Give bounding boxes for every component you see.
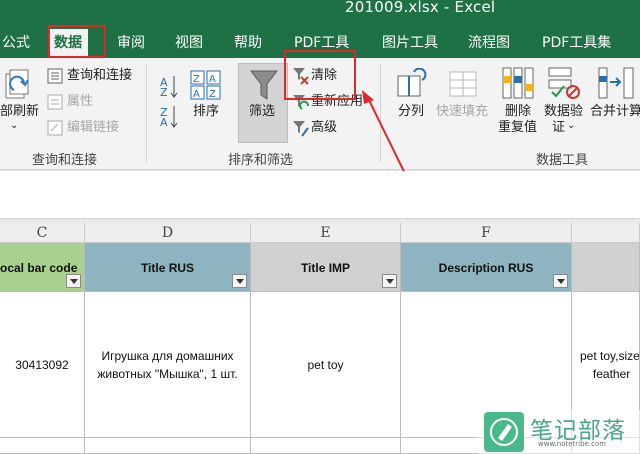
cell-empty[interactable]: [85, 438, 251, 454]
reapply-filter-icon: [293, 95, 309, 110]
tab-review[interactable]: 审阅: [115, 31, 147, 55]
svg-text:A: A: [160, 116, 168, 128]
header-text: Title IMP: [300, 261, 351, 275]
filter-funnel-icon: [249, 70, 279, 100]
window-title: 201009.xlsx - Excel: [345, 0, 496, 16]
column-header-c[interactable]: C: [0, 223, 85, 243]
cell-e-data[interactable]: pet toy: [251, 292, 401, 438]
svg-text:Z: Z: [160, 86, 168, 99]
tab-image-tools[interactable]: 图片工具: [380, 31, 440, 55]
filter-dropdown-button[interactable]: [232, 274, 247, 288]
queries-connections-button[interactable]: 查询和连接: [67, 68, 132, 84]
group-label-sort-filter: 排序和筛选: [228, 153, 294, 168]
svg-text:A: A: [209, 74, 216, 85]
ribbon-tabs: 公式 数据 审阅 视图 帮助 PDF工具 图片工具 流程图 PDF工具集: [0, 26, 640, 58]
tab-pdf-tools[interactable]: PDF工具: [292, 31, 351, 55]
formula-bar-area: [0, 171, 640, 219]
tab-formulas[interactable]: 公式: [0, 31, 32, 55]
filter-dropdown-button[interactable]: [66, 274, 81, 288]
refresh-all-icon[interactable]: [2, 68, 32, 104]
data-validation-button[interactable]: 数据验: [544, 104, 583, 120]
consolidate-button[interactable]: 合并计算: [590, 104, 640, 120]
tab-help[interactable]: 帮助: [232, 31, 264, 55]
properties-icon: [47, 94, 63, 110]
cell-empty[interactable]: [0, 438, 85, 454]
group-label-data-tools: 数据工具: [536, 153, 589, 168]
remove-duplicates-label-2: 重复值: [498, 120, 538, 135]
column-header-f[interactable]: F: [401, 223, 572, 243]
sort-az-icon[interactable]: A Z Z A: [158, 72, 180, 128]
tab-flowchart[interactable]: 流程图: [466, 31, 512, 55]
cell-empty[interactable]: [251, 438, 401, 454]
title-bar: 201009.xlsx - Excel: [0, 0, 640, 26]
cell-d-data[interactable]: Игрушка для домашних животных "Мышка", 1…: [85, 292, 251, 438]
svg-text:A: A: [193, 89, 200, 100]
tab-data[interactable]: 数据: [48, 29, 88, 58]
header-text: Title RUS: [140, 261, 195, 275]
remove-duplicates-button[interactable]: 删除: [505, 104, 531, 120]
group-label-queries: 查询和连接: [32, 153, 98, 168]
clear-filter-icon: [293, 68, 309, 85]
clear-filter-button[interactable]: 清除: [311, 68, 337, 84]
filter-button[interactable]: 筛选: [238, 63, 288, 143]
advanced-filter-button[interactable]: 高级: [311, 120, 337, 136]
sort-icon[interactable]: Z A A Z: [190, 70, 222, 100]
tab-pdf-toolset[interactable]: PDF工具集: [540, 31, 613, 55]
column-header-g[interactable]: [572, 223, 640, 243]
text-to-columns-button[interactable]: 分列: [398, 104, 424, 120]
refresh-all-button[interactable]: 部刷新: [0, 104, 39, 120]
watermark-url: www.notetribe.com: [538, 440, 607, 448]
ribbon: 部刷新 ⌄ 查询和连接 属性 编辑链接 查询和连接 A Z Z A Z A A …: [0, 50, 640, 193]
header-cell-description-rus[interactable]: Description RUS: [401, 243, 572, 292]
properties-button[interactable]: 属性: [67, 94, 93, 110]
group-separator: [146, 64, 147, 162]
chevron-down-icon[interactable]: ⌄: [10, 118, 18, 134]
text-to-columns-icon[interactable]: [396, 68, 430, 100]
data-validation-label-2: 证: [552, 120, 566, 135]
tab-view[interactable]: 视图: [173, 31, 205, 55]
flash-fill-icon[interactable]: [448, 68, 482, 100]
flash-fill-button[interactable]: 快速填充: [436, 104, 488, 120]
filter-dropdown-button[interactable]: [382, 274, 397, 288]
data-validation-icon[interactable]: [546, 66, 582, 100]
remove-duplicates-icon[interactable]: [500, 66, 536, 100]
header-text: ocal bar code: [0, 261, 78, 275]
column-header-e[interactable]: E: [251, 223, 401, 243]
watermark: 笔记部落 www.notetribe.com: [478, 410, 640, 454]
header-cell-g[interactable]: [572, 243, 640, 292]
edit-links-icon: [47, 120, 63, 136]
consolidate-icon[interactable]: [596, 66, 636, 100]
column-header-d[interactable]: D: [85, 223, 251, 243]
filter-dropdown-button[interactable]: [553, 274, 568, 288]
svg-text:Z: Z: [193, 74, 200, 85]
header-cell-title-rus[interactable]: Title RUS: [85, 243, 251, 292]
notebook-logo-icon: [484, 412, 524, 452]
advanced-filter-icon: [293, 121, 309, 137]
queries-connections-icon: [47, 68, 63, 84]
header-cell-local-bar-code[interactable]: ocal bar code: [0, 243, 85, 292]
svg-text:Z: Z: [209, 89, 216, 100]
cell-c-data[interactable]: 30413092: [0, 292, 85, 438]
chevron-down-icon[interactable]: ⌄: [567, 118, 575, 134]
sort-button[interactable]: 排序: [193, 104, 219, 120]
header-cell-title-imp[interactable]: Title IMP: [251, 243, 401, 292]
header-text: Description RUS: [438, 261, 534, 275]
filter-label: 筛选: [249, 104, 276, 119]
edit-links-button[interactable]: 编辑链接: [67, 120, 119, 136]
